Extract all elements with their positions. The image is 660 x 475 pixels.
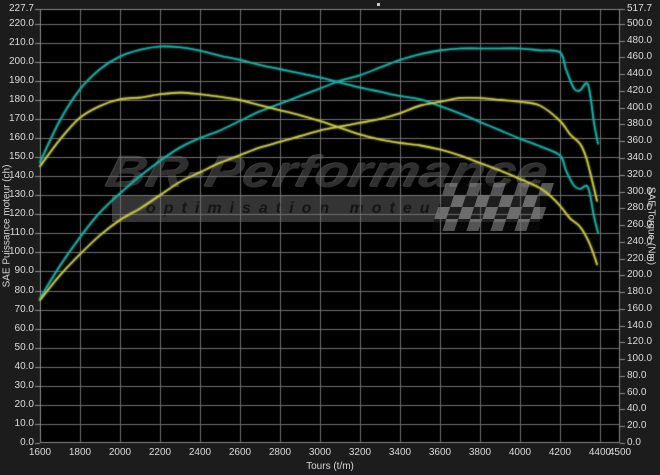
x-tick-label: 3000 bbox=[308, 447, 332, 458]
x-tick-label: 2200 bbox=[148, 447, 172, 458]
y-right-tick-label: 60.0 bbox=[627, 386, 647, 398]
y-left-tick-label: 227.7 bbox=[8, 3, 34, 14]
brand-watermark: BR-Performance optimisation moteur bbox=[100, 148, 555, 231]
x-tick-label: 3600 bbox=[428, 447, 452, 458]
y-right-tick-label: 420.0 bbox=[627, 84, 653, 96]
y-right-tick-label: 80.0 bbox=[627, 369, 647, 381]
brand-tagline: optimisation moteur bbox=[146, 200, 452, 217]
y-left-tick-label: 200.0 bbox=[8, 55, 34, 67]
cursor-artifact bbox=[377, 3, 380, 6]
x-tick-label: 2800 bbox=[268, 447, 292, 458]
x-tick-label: 2600 bbox=[228, 447, 252, 458]
left-axis-title: SAE Puissance moteur (ch) bbox=[1, 164, 13, 288]
brand-tagline-banner: optimisation moteur bbox=[112, 183, 554, 231]
y-left-tick-label: 210.0 bbox=[8, 36, 34, 48]
x-axis-title: Tours (t/m) bbox=[306, 461, 354, 472]
y-left-tick-label: 190.0 bbox=[8, 74, 34, 86]
y-right-tick-label: 100.0 bbox=[627, 353, 653, 365]
dyno-chart: BR-Performance optimisation moteur 227.7… bbox=[0, 0, 660, 475]
y-left-tick-label: 50.0 bbox=[14, 341, 34, 353]
y-right-tick-label: 200.0 bbox=[627, 269, 653, 281]
y-right-tick-label: 360.0 bbox=[627, 135, 653, 147]
checkered-flag-icon bbox=[432, 183, 554, 231]
y-right-tick-label: 180.0 bbox=[627, 286, 653, 298]
x-tick-label: 4500 bbox=[608, 447, 632, 458]
y-left-tick-label: 60.0 bbox=[14, 322, 34, 334]
x-tick-label: 3200 bbox=[348, 447, 372, 458]
y-left-tick-label: 20.0 bbox=[14, 398, 34, 410]
x-tick-label: 3400 bbox=[388, 447, 412, 458]
y-right-tick-label: 40.0 bbox=[627, 403, 647, 415]
y-right-tick-label: 517.7 bbox=[627, 3, 653, 14]
y-right-tick-label: 340.0 bbox=[627, 151, 653, 163]
y-right-tick-label: 400.0 bbox=[627, 101, 653, 113]
y-left-tick-label: 180.0 bbox=[8, 93, 34, 105]
y-left-tick-label: 160.0 bbox=[8, 132, 34, 144]
y-left-tick-label: 30.0 bbox=[14, 379, 34, 391]
y-left-tick-label: 170.0 bbox=[8, 112, 34, 124]
right-axis-title: SAE Torque (Nm) bbox=[645, 186, 657, 266]
y-left-tick-label: 70.0 bbox=[14, 303, 34, 315]
x-tick-label: 3800 bbox=[468, 447, 492, 458]
x-tick-label: 2000 bbox=[108, 447, 132, 458]
x-tick-label: 4000 bbox=[508, 447, 532, 458]
y-right-tick-label: 320.0 bbox=[627, 168, 653, 180]
y-right-tick-label: 500.0 bbox=[627, 17, 653, 29]
x-tick-label: 4200 bbox=[548, 447, 572, 458]
y-left-tick-label: 220.0 bbox=[8, 17, 34, 29]
y-right-tick-label: 160.0 bbox=[627, 302, 653, 314]
y-right-tick-label: 460.0 bbox=[627, 51, 653, 63]
x-tick-label: 1800 bbox=[68, 447, 92, 458]
y-left-tick-label: 40.0 bbox=[14, 360, 34, 372]
y-left-tick-label: 10.0 bbox=[14, 417, 34, 429]
y-right-tick-label: 120.0 bbox=[627, 336, 653, 348]
y-left-tick-label: 150.0 bbox=[8, 151, 34, 163]
y-right-tick-label: 20.0 bbox=[627, 420, 647, 432]
y-right-tick-label: 140.0 bbox=[627, 319, 653, 331]
y-right-tick-label: 480.0 bbox=[627, 34, 653, 46]
x-tick-label: 1600 bbox=[28, 447, 52, 458]
y-right-tick-label: 380.0 bbox=[627, 118, 653, 130]
y-right-tick-label: 440.0 bbox=[627, 68, 653, 80]
x-tick-label: 2400 bbox=[188, 447, 212, 458]
